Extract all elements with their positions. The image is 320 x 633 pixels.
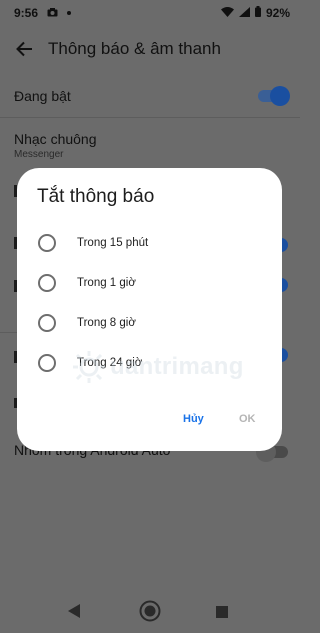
- page-title: Thông báo & âm thanh: [48, 39, 221, 58]
- setting-enabled[interactable]: Đang bật: [14, 88, 286, 104]
- setting-ringtone-value: Messenger: [14, 149, 64, 160]
- app-bar: Thông báo & âm thanh: [0, 30, 300, 68]
- mute-notifications-dialog: Tắt thông báo Trong 15 phút Trong 1 giờ …: [17, 168, 282, 451]
- option-8-hours[interactable]: Trong 8 giờ: [17, 305, 282, 341]
- radio-button[interactable]: [38, 274, 56, 292]
- nav-recents-icon[interactable]: [216, 605, 228, 623]
- back-arrow-icon[interactable]: [0, 41, 48, 57]
- watermark-sun-icon: [73, 351, 105, 383]
- radio-button[interactable]: [38, 234, 56, 252]
- divider: [0, 117, 300, 118]
- option-label: Trong 8 giờ: [77, 317, 136, 329]
- battery-percent: 92%: [265, 6, 290, 20]
- nav-home-icon[interactable]: [139, 600, 161, 627]
- nav-back-icon[interactable]: [68, 604, 80, 623]
- setting-ringtone[interactable]: Nhạc chuông Messenger: [14, 131, 286, 160]
- setting-enabled-label: Đang bật: [14, 88, 71, 104]
- signal-icon: [238, 6, 250, 20]
- notification-dot-icon: [67, 11, 72, 15]
- option-label: Trong 1 giờ: [77, 277, 136, 289]
- camera-icon: [47, 6, 58, 20]
- option-label: Trong 15 phút: [77, 237, 149, 249]
- toggle-knob: [270, 86, 290, 106]
- setting-ringtone-label: Nhạc chuông: [14, 131, 97, 147]
- status-bar: 9:56 92%: [0, 0, 300, 26]
- radio-button[interactable]: [38, 354, 56, 372]
- ok-button[interactable]: OK: [239, 413, 256, 425]
- navigation-bar: [0, 588, 300, 633]
- enabled-toggle[interactable]: [258, 86, 290, 106]
- watermark-logo: uantrimang: [72, 347, 286, 387]
- dialog-title: Tắt thông báo: [37, 186, 155, 207]
- battery-icon: [254, 6, 261, 20]
- watermark-text: uantrimang: [110, 353, 244, 380]
- wifi-icon: [220, 6, 234, 20]
- option-15-minutes[interactable]: Trong 15 phút: [17, 225, 282, 261]
- status-time: 9:56: [14, 6, 39, 20]
- option-1-hour[interactable]: Trong 1 giờ: [17, 265, 282, 301]
- cancel-button[interactable]: Hủy: [183, 413, 204, 425]
- divider: [0, 332, 17, 333]
- radio-button[interactable]: [38, 314, 56, 332]
